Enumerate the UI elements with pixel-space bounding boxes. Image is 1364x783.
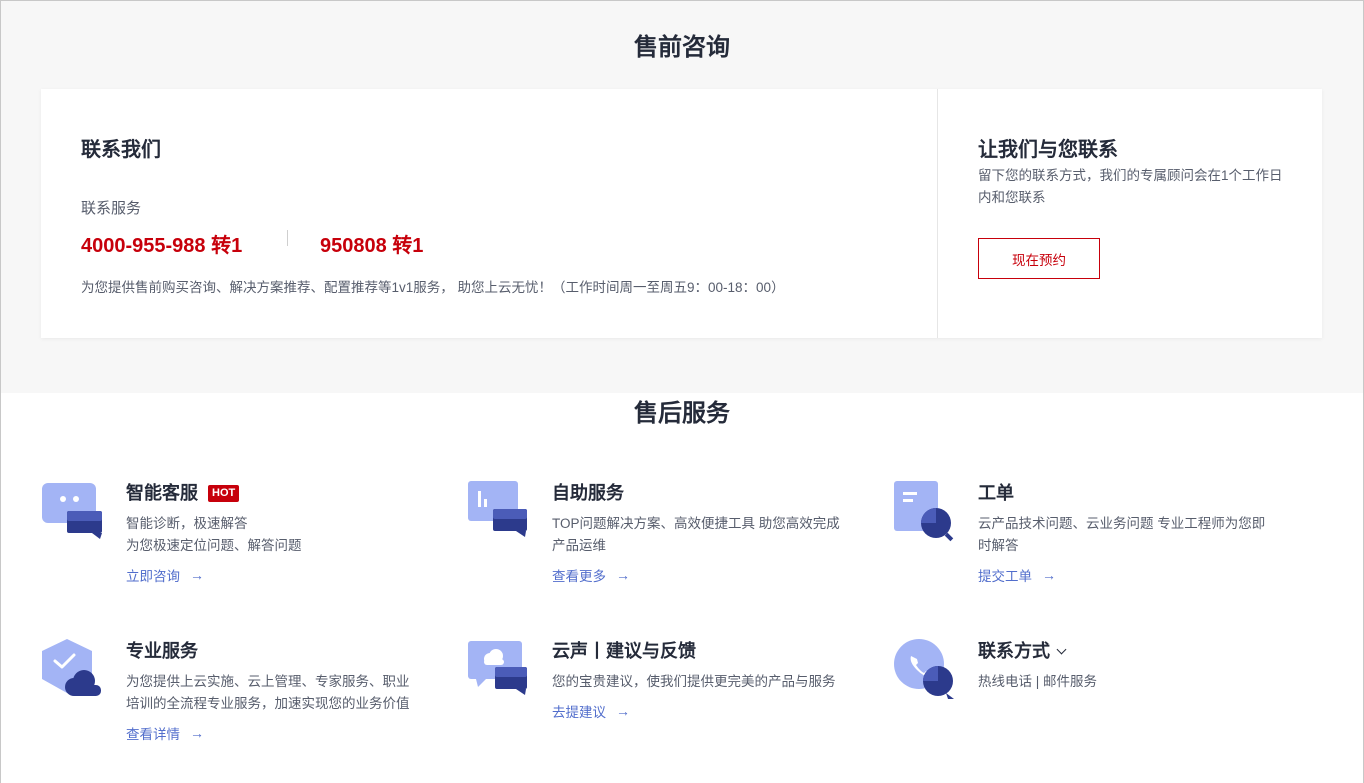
- contact-methods-dropdown[interactable]: 联系方式: [978, 639, 1278, 663]
- arrow-right-icon: →: [190, 725, 204, 741]
- arrow-right-icon: →: [190, 567, 204, 583]
- chatbot-icon: [42, 481, 104, 543]
- consult-now-link[interactable]: 立即咨询 →: [126, 565, 426, 585]
- callback-description: 留下您的联系方式，我们的专属顾问会在1个工作日内和您联系: [978, 168, 1283, 205]
- service-description: 热线电话 | 邮件服务: [978, 674, 1098, 689]
- contact-us-panel: 联系我们 联系服务 4000-955-988 转1 950808 转1 为您提供…: [41, 89, 937, 338]
- presales-section: 售前咨询 联系我们 联系服务 4000-955-988 转1 950808 转1…: [1, 1, 1363, 393]
- phone-primary[interactable]: 4000-955-988 转1: [81, 229, 242, 258]
- link-label[interactable]: 立即咨询: [126, 565, 180, 585]
- give-feedback-link[interactable]: 去提建议 →: [552, 701, 852, 721]
- service-title: 专业服务: [126, 641, 198, 661]
- callback-panel: 让我们与您联系 留下您的联系方式，我们的专属顾问会在1个工作日内和您联系 现在预…: [938, 89, 1322, 338]
- ticket-search-icon: [894, 481, 956, 543]
- service-body: 智能客服 HOT 智能诊断，极速解答 为您极速定位问题、解答问题 立即咨询 →: [126, 481, 426, 585]
- service-body: 专业服务 为您提供上云实施、云上管理、专家服务、职业培训的全流程专业服务，加速实…: [126, 639, 426, 743]
- contact-service-label: 联系服务: [81, 200, 142, 217]
- service-description: TOP问题解决方案、高效便捷工具 助您高效完成产品运维: [552, 516, 840, 553]
- phone-divider: [287, 230, 288, 246]
- hot-badge: HOT: [208, 484, 240, 502]
- aftersales-title: 售后服务: [634, 400, 730, 427]
- service-body: 工单 云产品技术问题、云业务问题 专业工程师为您即时解答 提交工单 →: [978, 481, 1278, 585]
- contact-description: 为您提供售前购买咨询、解决方案推荐、配置推荐等1v1服务， 助您上云无忧！（工作…: [81, 280, 785, 295]
- arrow-right-icon: →: [616, 703, 630, 719]
- link-label[interactable]: 提交工单: [978, 565, 1032, 585]
- shield-check-icon: [42, 639, 104, 701]
- link-label[interactable]: 查看更多: [552, 565, 606, 585]
- service-title: 工单: [978, 483, 1014, 503]
- cloud-feedback-icon: [468, 639, 530, 701]
- book-now-button[interactable]: 现在预约: [978, 238, 1100, 279]
- presales-title: 售前咨询: [634, 34, 730, 61]
- service-description: 智能诊断，极速解答 为您极速定位问题、解答问题: [126, 516, 302, 553]
- service-title: 云声丨建议与反馈: [552, 641, 696, 661]
- phone-bubble-icon: [894, 639, 956, 701]
- service-body: 自助服务 TOP问题解决方案、高效便捷工具 助您高效完成产品运维 查看更多 →: [552, 481, 852, 585]
- submit-ticket-link[interactable]: 提交工单 →: [978, 565, 1278, 585]
- view-details-link[interactable]: 查看详情 →: [126, 723, 426, 743]
- self-service-chat-icon: [468, 481, 530, 543]
- service-body: 联系方式 热线电话 | 邮件服务: [978, 639, 1278, 693]
- service-description: 为您提供上云实施、云上管理、专家服务、职业培训的全流程专业服务，加速实现您的业务…: [126, 674, 410, 711]
- service-title: 自助服务: [552, 483, 624, 503]
- aftersales-section: 售后服务 智能客服 HOT 智能诊断，极速解答 为您极速定位问题、解答问题 立即…: [1, 393, 1363, 783]
- contact-us-title: 联系我们: [81, 139, 161, 161]
- presales-card: 联系我们 联系服务 4000-955-988 转1 950808 转1 为您提供…: [41, 89, 1322, 338]
- arrow-right-icon: →: [1042, 567, 1056, 583]
- phone-secondary[interactable]: 950808 转1: [320, 229, 423, 258]
- service-description: 您的宝贵建议，使我们提供更完美的产品与服务: [552, 674, 836, 689]
- link-label[interactable]: 去提建议: [552, 701, 606, 721]
- service-description: 云产品技术问题、云业务问题 专业工程师为您即时解答: [978, 516, 1266, 553]
- chevron-down-icon[interactable]: [1056, 644, 1067, 654]
- link-label[interactable]: 查看详情: [126, 723, 180, 743]
- callback-title: 让我们与您联系: [978, 139, 1118, 161]
- service-body: 云声丨建议与反馈 您的宝贵建议，使我们提供更完美的产品与服务 去提建议 →: [552, 639, 852, 721]
- service-title: 智能客服: [126, 483, 198, 503]
- arrow-right-icon: →: [616, 567, 630, 583]
- service-title[interactable]: 联系方式: [978, 639, 1050, 663]
- view-more-link[interactable]: 查看更多 →: [552, 565, 852, 585]
